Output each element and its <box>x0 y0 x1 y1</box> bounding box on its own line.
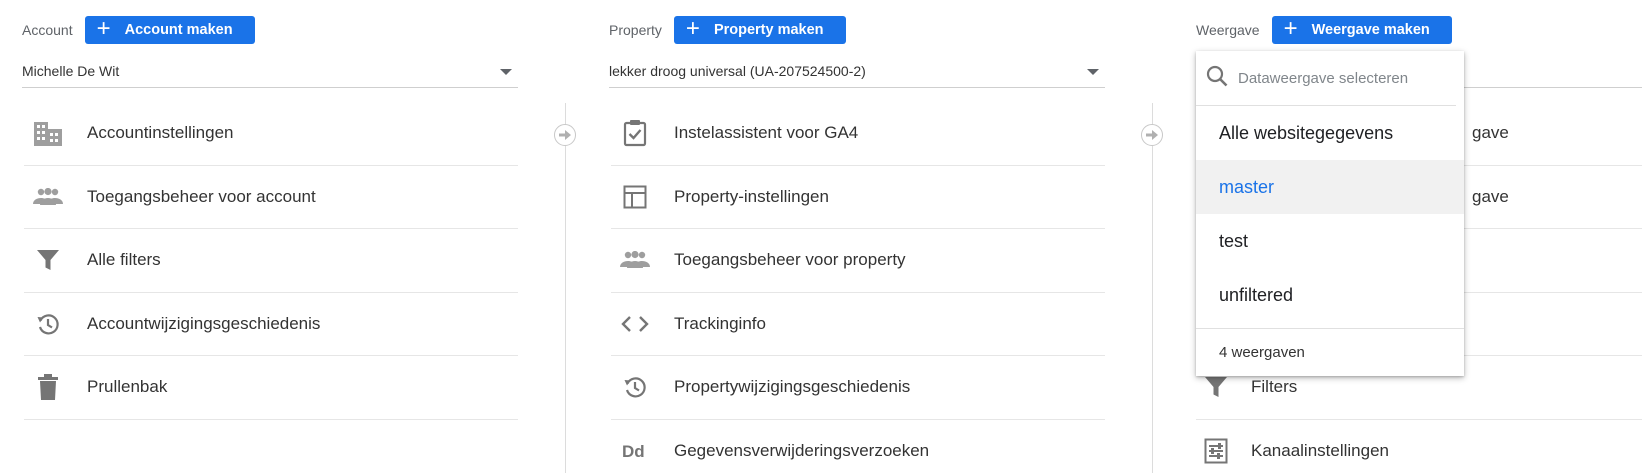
menu-item-label: Gegevensverwijderingsverzoeken <box>674 440 930 460</box>
create-property-button[interactable]: + Property maken <box>673 15 846 44</box>
account-header: Account + Account maken <box>22 16 255 44</box>
arrow-right-icon <box>1141 124 1163 146</box>
menu-item-label: Alle filters <box>87 250 161 270</box>
plus-icon: + <box>96 15 111 42</box>
account-selected-value: Michelle De Wit <box>22 62 120 79</box>
property-label: Property <box>609 22 662 38</box>
layout-icon <box>619 181 651 213</box>
menu-item-label: Property-instellingen <box>674 186 829 206</box>
clipboard-check-icon <box>619 117 651 149</box>
search-icon <box>1206 65 1228 92</box>
view-search <box>1196 51 1456 106</box>
history-icon <box>619 371 651 403</box>
account-label: Account <box>22 22 73 38</box>
create-account-label: Account maken <box>124 22 233 38</box>
menu-item-label: Accountwijzigingsgeschiedenis <box>87 313 321 333</box>
menu-item-property-settings[interactable]: Property-instellingen <box>611 166 1105 229</box>
view-option-selected[interactable]: master <box>1196 160 1464 214</box>
svg-text:Dd: Dd <box>622 442 645 461</box>
menu-item-label: Accountinstellingen <box>87 123 234 143</box>
trash-icon <box>32 371 64 403</box>
menu-item-label: Kanaalinstellingen <box>1251 440 1389 460</box>
arrow-right-icon <box>554 124 576 146</box>
view-count: 4 weergaven <box>1196 328 1464 376</box>
menu-item-label: Filters <box>1251 377 1298 397</box>
chevron-down-icon <box>1087 69 1099 75</box>
people-icon <box>32 181 64 213</box>
menu-item-account-access[interactable]: Toegangsbeheer voor account <box>24 166 518 229</box>
plus-icon: + <box>685 15 700 42</box>
view-label: Weergave <box>1196 22 1260 38</box>
code-icon <box>619 308 651 340</box>
view-option[interactable]: unfiltered <box>1196 268 1464 322</box>
menu-item-all-filters[interactable]: Alle filters <box>24 229 518 293</box>
view-header: Weergave + Weergave maken <box>1196 16 1452 44</box>
menu-item-channel-settings[interactable]: Kanaalinstellingen <box>1196 420 1642 473</box>
view-search-input[interactable] <box>1238 69 1448 87</box>
menu-item-property-access[interactable]: Toegangsbeheer voor property <box>611 229 1105 293</box>
people-icon <box>619 244 651 276</box>
create-view-label: Weergave maken <box>1311 22 1430 38</box>
menu-item-account-settings[interactable]: Accountinstellingen <box>24 102 518 166</box>
property-column: Property + Property maken lekker droog u… <box>609 0 1105 473</box>
property-header: Property + Property maken <box>609 16 846 44</box>
menu-item-label: Toegangsbeheer voor account <box>87 186 316 206</box>
menu-item-label: gave <box>1472 123 1509 143</box>
view-dropdown: Alle websitegegevens master test unfilte… <box>1196 51 1464 376</box>
menu-item-label: Instelassistent voor GA4 <box>674 123 859 143</box>
property-selector[interactable]: lekker droog universal (UA-207524500-2) <box>609 54 1105 88</box>
account-menu: Accountinstellingen Toegangsbeheer voor … <box>24 102 518 420</box>
create-property-label: Property maken <box>713 22 824 38</box>
account-column: Account + Account maken Michelle De Wit … <box>22 0 518 473</box>
create-account-button[interactable]: + Account maken <box>84 15 255 44</box>
menu-item-label: Prullenbak <box>87 377 168 397</box>
property-selected-value: lekker droog universal (UA-207524500-2) <box>609 62 866 79</box>
menu-item-tracking-info[interactable]: Trackinginfo <box>611 293 1105 356</box>
channel-settings-icon <box>1200 435 1232 467</box>
menu-item-ga4-setup[interactable]: Instelassistent voor GA4 <box>611 102 1105 166</box>
account-selector[interactable]: Michelle De Wit <box>22 54 518 88</box>
menu-item-label: Trackinginfo <box>674 313 766 333</box>
create-view-button[interactable]: + Weergave maken <box>1271 15 1452 44</box>
plus-icon: + <box>1283 15 1298 42</box>
view-options: Alle websitegegevens master test unfilte… <box>1196 106 1464 322</box>
view-option[interactable]: test <box>1196 214 1464 268</box>
chevron-down-icon <box>500 69 512 75</box>
menu-item-label: gave <box>1472 186 1509 206</box>
dd-icon: Dd <box>619 435 651 467</box>
menu-item-account-history[interactable]: Accountwijzigingsgeschiedenis <box>24 293 518 356</box>
menu-item-trash[interactable]: Prullenbak <box>24 356 518 420</box>
menu-item-label: Propertywijzigingsgeschiedenis <box>674 377 911 397</box>
filter-icon <box>32 244 64 276</box>
filter-icon <box>1200 371 1232 403</box>
column-divider <box>1152 103 1153 473</box>
menu-item-data-deletion[interactable]: Dd Gegevensverwijderingsverzoeken <box>611 420 1105 473</box>
view-option[interactable]: Alle websitegegevens <box>1196 106 1464 160</box>
column-divider <box>565 103 566 473</box>
menu-item-property-history[interactable]: Propertywijzigingsgeschiedenis <box>611 356 1105 420</box>
history-icon <box>32 308 64 340</box>
menu-item-label: Toegangsbeheer voor property <box>674 250 906 270</box>
property-menu: Instelassistent voor GA4 Property-instel… <box>611 102 1105 473</box>
building-icon <box>32 117 64 149</box>
